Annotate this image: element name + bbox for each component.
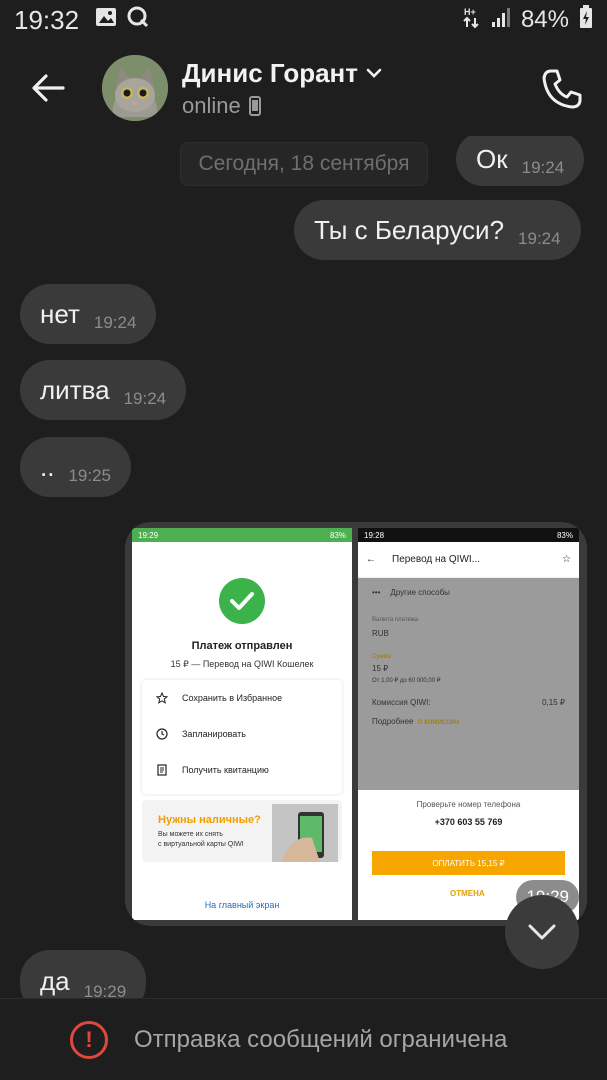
message-time: 19:24 bbox=[93, 313, 137, 332]
data-transfer-icon: H+ bbox=[463, 5, 481, 36]
promo-title: Нужны наличные? bbox=[158, 814, 261, 826]
action-row: Получить квитанцию bbox=[142, 752, 342, 788]
action-label: Запланировать bbox=[182, 729, 246, 739]
message-time: 19:24 bbox=[521, 158, 565, 177]
exclamation-circle-icon: ! bbox=[70, 1020, 108, 1059]
other-methods: Другие способы bbox=[390, 588, 450, 597]
message-time: 19:29 bbox=[83, 982, 127, 998]
chevron-down-icon bbox=[528, 924, 556, 940]
mini-status-time: 19:28 bbox=[364, 530, 385, 540]
message-bubble-outgoing[interactable]: Ты с Беларуси? 19:24 bbox=[294, 200, 581, 260]
action-row: Сохранить в Избранное bbox=[142, 680, 342, 716]
check-phone-label: Проверьте номер телефона bbox=[416, 800, 521, 809]
contact-status: online bbox=[182, 92, 241, 118]
message-text: да bbox=[40, 966, 70, 996]
message-bubble-incoming[interactable]: да 19:29 bbox=[20, 950, 147, 998]
back-button[interactable] bbox=[18, 58, 78, 118]
message-text: нет bbox=[40, 298, 80, 329]
message-bubble-incoming[interactable]: .. 19:25 bbox=[20, 437, 131, 497]
more-label: Подробнее bbox=[372, 717, 414, 726]
arrow-left-icon: ← bbox=[366, 554, 376, 565]
svg-text:H+: H+ bbox=[464, 7, 476, 17]
status-bar: 19:32 H+ 84% bbox=[0, 0, 607, 40]
action-label: Получить квитанцию bbox=[182, 765, 269, 775]
promo-text-line: Вы можете их снять bbox=[158, 831, 223, 838]
message-time: 19:25 bbox=[68, 466, 111, 485]
gallery-icon bbox=[95, 6, 117, 34]
contact-name: Динис Горант bbox=[182, 57, 358, 88]
action-row: Запланировать bbox=[142, 716, 342, 752]
signal-icon bbox=[491, 6, 511, 35]
message-bubble-incoming[interactable]: литва 19:24 bbox=[20, 360, 187, 420]
transfer-title: Перевод на QIWI... bbox=[392, 554, 480, 565]
phone-icon bbox=[542, 69, 582, 109]
receipt-icon bbox=[157, 764, 167, 776]
mini-battery: 83% bbox=[556, 530, 573, 540]
contact-name-dropdown[interactable]: Динис Горант bbox=[182, 58, 382, 89]
fee-value: 0,15 ₽ bbox=[542, 698, 565, 707]
amount-hint: От 1,00 ₽ до 60 000,00 ₽ bbox=[372, 678, 441, 684]
arrow-left-icon bbox=[32, 74, 65, 102]
actions-card: Сохранить в Избранное Запланировать Полу… bbox=[142, 680, 342, 794]
message-text: литва bbox=[40, 374, 110, 405]
messaging-restricted-bar: ! Отправка сообщений ограничена bbox=[0, 998, 607, 1080]
mini-status-bar: 19:28 83% bbox=[358, 528, 579, 542]
mini-battery: 83% bbox=[329, 530, 346, 540]
message-bubble-outgoing[interactable]: Ок 19:24 bbox=[456, 136, 585, 186]
home-screen-link: На главный экран bbox=[204, 900, 280, 910]
amount-label: Сумма bbox=[372, 654, 391, 660]
amount-value: 15 ₽ bbox=[372, 664, 389, 673]
message-text: Ты с Беларуси? bbox=[314, 214, 505, 245]
star-icon: ☆ bbox=[562, 554, 571, 565]
fee-details-row: Подробнее о комиссии bbox=[358, 717, 579, 726]
screenshot-qiwi-transfer: 19:28 83% ← Перевод на QIWI... ☆ ••• Дру… bbox=[358, 528, 579, 920]
fee-row: Комиссия QIWI: 0,15 ₽ bbox=[358, 698, 579, 707]
chevron-down-icon bbox=[366, 68, 382, 78]
mini-status-time: 19:29 bbox=[138, 530, 159, 540]
dimmed-form: ••• Другие способы Валюта платежа RUB Су… bbox=[358, 578, 579, 790]
star-icon bbox=[156, 692, 168, 704]
call-button[interactable] bbox=[539, 66, 585, 112]
promo-banner: Нужны наличные? Вы можете их снять с вир… bbox=[142, 800, 342, 862]
more-dots-icon: ••• bbox=[372, 588, 381, 597]
message-text: Ок bbox=[476, 143, 508, 174]
promo-text-line: с виртуальной карты QIWI bbox=[158, 841, 244, 848]
scroll-down-button[interactable] bbox=[505, 895, 579, 969]
fee-label: Комиссия QIWI: bbox=[372, 698, 431, 707]
chat-messages[interactable]: Сегодня, 18 сентября Ок 19:24 Ты с Белар… bbox=[0, 136, 607, 998]
currency-label: Валюта платежа bbox=[372, 617, 419, 623]
battery-charging-icon bbox=[579, 4, 593, 36]
battery-percent: 84% bbox=[520, 6, 569, 33]
mini-status-bar: 19:29 83% bbox=[132, 528, 352, 542]
screenshot-payment-sent: 19:29 83% Платеж отправлен 15 ₽ — Перево… bbox=[132, 528, 352, 920]
message-text: .. bbox=[40, 451, 55, 482]
status-time: 19:32 bbox=[14, 4, 80, 35]
promo-phone-image bbox=[272, 804, 338, 862]
cat-avatar-image bbox=[102, 55, 168, 121]
message-time: 19:24 bbox=[518, 229, 561, 248]
promo-text: Вы можете их снять с виртуальной карты Q… bbox=[158, 830, 244, 850]
image-message[interactable]: 19:29 83% Платеж отправлен 15 ₽ — Перево… bbox=[125, 522, 587, 926]
chat-header: Динис Горант online bbox=[0, 40, 607, 136]
check-circle-icon bbox=[219, 578, 265, 624]
qiwi-notification-icon bbox=[127, 6, 149, 35]
transfer-header: ← Перевод на QIWI... ☆ bbox=[358, 542, 579, 578]
pay-button: ОПЛАТИТЬ 15,15 ₽ bbox=[372, 851, 565, 875]
date-separator: Сегодня, 18 сентября bbox=[180, 142, 428, 186]
message-time: 19:24 bbox=[123, 389, 167, 408]
payment-subtitle: 15 ₽ — Перевод на QIWI Кошелек bbox=[170, 659, 314, 669]
avatar[interactable] bbox=[102, 55, 168, 121]
phone-number: +370 603 55 769 bbox=[434, 817, 503, 827]
action-label: Сохранить в Избранное bbox=[182, 693, 283, 703]
clock-icon bbox=[156, 728, 168, 740]
mobile-device-icon bbox=[248, 95, 261, 116]
currency-value: RUB bbox=[372, 629, 389, 638]
other-methods-row: ••• Другие способы bbox=[358, 588, 579, 597]
restriction-notice: Отправка сообщений ограничена bbox=[134, 1025, 508, 1053]
message-bubble-incoming[interactable]: нет 19:24 bbox=[20, 284, 157, 344]
fee-details-link: о комиссии bbox=[417, 717, 460, 726]
payment-title: Платеж отправлен bbox=[191, 640, 293, 652]
